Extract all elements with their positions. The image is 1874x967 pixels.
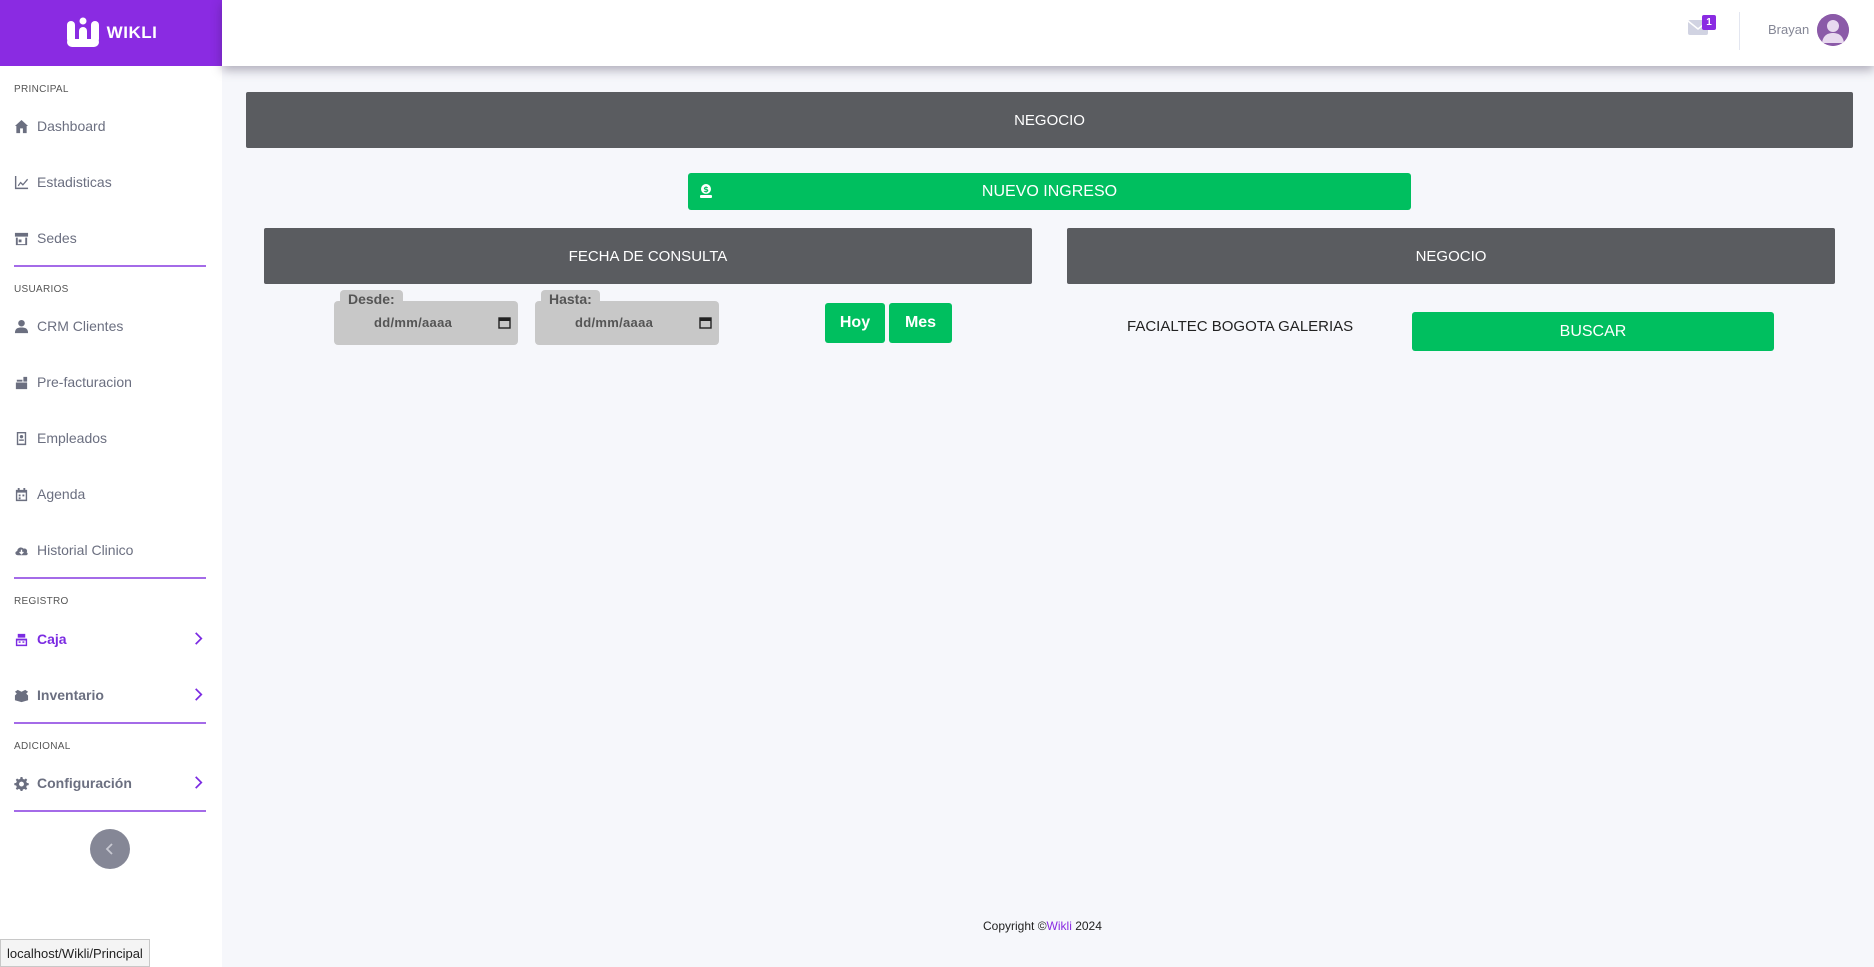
date-from-input[interactable]: dd/mm/aaaa: [374, 315, 452, 330]
section-principal: PRINCIPAL: [14, 84, 69, 95]
copyright-year: 2024: [1071, 919, 1102, 933]
store-icon: [14, 232, 29, 245]
store-name: FACIALTEC BOGOTA GALERIAS: [1127, 318, 1354, 335]
sidebar-item-estadisticas[interactable]: Estadisticas: [14, 167, 206, 197]
calendar-icon[interactable]: [498, 316, 511, 329]
sidebar-item-label: Dashboard: [37, 118, 106, 134]
chevron-right-icon: [195, 776, 203, 789]
search-button[interactable]: BUSCAR: [1412, 312, 1774, 351]
date-to-field[interactable]: Hasta: dd/mm/aaaa: [535, 290, 719, 345]
sidebar-item-label: Estadisticas: [37, 174, 112, 190]
brand-logo[interactable]: WIKLI: [0, 0, 222, 66]
copyright-text: Copyright ©: [983, 919, 1047, 933]
avatar[interactable]: [1817, 14, 1849, 46]
sidebar-item-caja[interactable]: Caja: [14, 624, 206, 654]
date-to-label: Hasta:: [541, 290, 600, 307]
svg-text:$: $: [703, 185, 709, 194]
date-panel-title: FECHA DE CONSULTA: [568, 247, 728, 265]
sidebar: WIKLI PRINCIPAL Dashboard Estadisticas S…: [0, 0, 222, 967]
chevron-left-icon: [105, 843, 113, 855]
cloud-download-icon: [15, 546, 28, 555]
cash-box-icon: [15, 633, 28, 646]
sidebar-item-agenda[interactable]: Agenda: [14, 479, 206, 509]
sidebar-item-sedes[interactable]: Sedes: [14, 223, 206, 253]
boxes-icon: [14, 689, 29, 702]
new-income-button[interactable]: $ NUEVO INGRESO: [688, 173, 1411, 210]
user-name[interactable]: Brayan: [1768, 22, 1809, 37]
sidebar-item-label: Historial Clinico: [37, 542, 134, 558]
sidebar-item-empleados[interactable]: Empleados: [14, 423, 206, 453]
sidebar-item-inventario[interactable]: Inventario: [14, 680, 206, 710]
page-title: NEGOCIO: [1014, 111, 1085, 129]
chevron-right-icon: [195, 688, 203, 701]
sidebar-item-crm-clientes[interactable]: CRM Clientes: [14, 311, 206, 341]
home-icon: [14, 119, 29, 133]
month-button[interactable]: Mes: [889, 303, 952, 343]
sidebar-item-label: Configuración: [37, 775, 132, 791]
money-hand-icon: $: [700, 184, 712, 198]
today-label: Hoy: [839, 314, 871, 331]
search-label: BUSCAR: [1559, 322, 1627, 340]
footer-copyright: Copyright ©Wikli 2024: [983, 919, 1102, 933]
new-income-label: NUEVO INGRESO: [981, 182, 1118, 200]
sidebar-item-label: Empleados: [37, 430, 108, 446]
chevron-right-icon: [195, 632, 203, 645]
sidebar-item-label: Caja: [37, 631, 67, 647]
date-from-label: Desde:: [340, 290, 403, 307]
brand-name: WIKLI: [106, 23, 158, 42]
section-registro: REGISTRO: [14, 596, 69, 607]
topbar: [222, 0, 1874, 66]
gear-icon: [14, 776, 29, 791]
calendar-icon: [15, 487, 28, 501]
sidebar-item-configuracion[interactable]: Configuración: [14, 768, 206, 798]
calendar-icon[interactable]: [699, 316, 712, 329]
sidebar-collapse-button[interactable]: [90, 829, 130, 869]
sidebar-item-pre-facturacion[interactable]: Pre-facturacion: [14, 367, 206, 397]
sidebar-divider: [14, 265, 206, 267]
today-button[interactable]: Hoy: [825, 303, 885, 343]
sidebar-item-label: CRM Clientes: [37, 318, 124, 334]
business-panel-header: NEGOCIO: [1067, 228, 1835, 284]
section-usuarios: USUARIOS: [14, 284, 69, 295]
sidebar-item-label: Pre-facturacion: [37, 374, 132, 390]
date-panel-header: FECHA DE CONSULTA: [264, 228, 1032, 284]
section-adicional: ADICIONAL: [14, 741, 71, 752]
id-badge-icon: [16, 431, 27, 445]
chart-line-icon: [14, 175, 29, 189]
notification-badge: 1: [1702, 15, 1716, 30]
sidebar-divider: [14, 810, 206, 812]
sidebar-divider: [14, 722, 206, 724]
user-avatar-icon: [1817, 14, 1849, 46]
user-icon: [14, 319, 29, 333]
status-bar-url: localhost/Wikli/Principal: [0, 939, 150, 967]
sidebar-item-label: Inventario: [37, 687, 104, 703]
sidebar-item-label: Agenda: [37, 486, 86, 502]
sidebar-item-label: Sedes: [37, 230, 77, 246]
wikli-logo-icon: [66, 17, 99, 47]
date-from-field[interactable]: Desde: dd/mm/aaaa: [334, 290, 518, 345]
sidebar-item-dashboard[interactable]: Dashboard: [14, 111, 206, 141]
sidebar-divider: [14, 577, 206, 579]
footer-brand-link[interactable]: Wikli: [1047, 919, 1072, 933]
date-to-input[interactable]: dd/mm/aaaa: [575, 315, 653, 330]
sidebar-item-historial-clinico[interactable]: Historial Clinico: [14, 535, 206, 565]
month-label: Mes: [904, 314, 937, 331]
page-header: NEGOCIO: [246, 92, 1853, 148]
business-panel-title: NEGOCIO: [1415, 247, 1487, 265]
topbar-divider: [1739, 12, 1740, 50]
cash-register-icon: [15, 376, 28, 389]
